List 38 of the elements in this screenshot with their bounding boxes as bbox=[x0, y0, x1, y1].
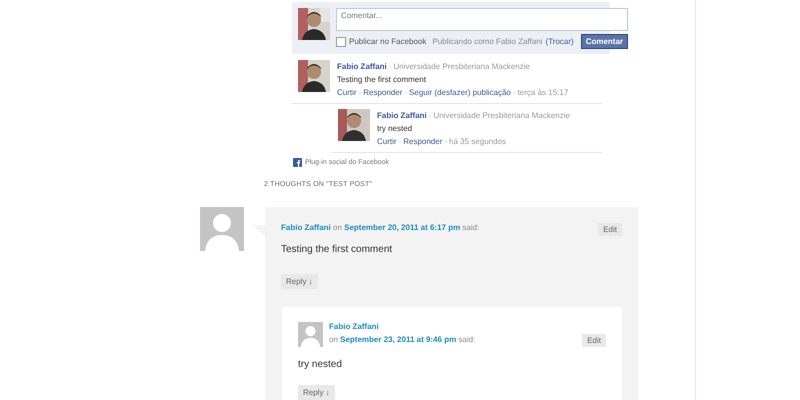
separator: · bbox=[428, 111, 432, 120]
separator: · bbox=[404, 88, 408, 97]
comment-meta: Fabio Zaffani on September 20, 2011 at 6:17 pm said: bbox=[281, 223, 480, 232]
affiliation-text: Universidade Presbiteriana Mackenzie bbox=[433, 111, 570, 120]
timestamp: terça às 15:17 bbox=[518, 88, 568, 97]
action-link[interactable]: Curtir bbox=[337, 88, 357, 97]
facebook-icon bbox=[293, 158, 302, 167]
comment-text: try nested bbox=[377, 124, 414, 133]
separator: · bbox=[388, 62, 392, 71]
separator: · bbox=[444, 137, 448, 146]
comment-field[interactable]: Comentar... bbox=[336, 8, 628, 31]
comment-text: Testing the first comment bbox=[281, 244, 394, 255]
comment-text: Testing the first comment bbox=[337, 75, 427, 84]
separator: · bbox=[358, 88, 362, 97]
comment-text: try nested bbox=[298, 359, 343, 370]
author-link[interactable]: Fabio Zaffani bbox=[337, 62, 387, 71]
action-link[interactable]: Responder bbox=[363, 88, 402, 97]
switch-link[interactable]: (Trocar) bbox=[546, 37, 574, 46]
checkbox[interactable] bbox=[336, 36, 346, 46]
avatar-icon bbox=[298, 322, 323, 347]
edit-button[interactable]: Edit bbox=[582, 334, 606, 347]
action-link[interactable]: Responder bbox=[403, 137, 442, 146]
affiliation-text: Universidade Presbiteriana Mackenzie bbox=[393, 62, 530, 71]
reply-button[interactable]: Reply ↓ bbox=[281, 274, 318, 289]
edit-button[interactable]: Edit bbox=[598, 223, 622, 236]
author-link[interactable]: Fabio Zaffani bbox=[329, 322, 576, 331]
avatar-icon bbox=[200, 207, 244, 251]
author-link[interactable]: Fabio Zaffani bbox=[377, 111, 427, 120]
action-link[interactable]: Curtir bbox=[377, 137, 397, 146]
comment-button[interactable]: Comentar bbox=[580, 34, 628, 49]
separator: · bbox=[398, 137, 402, 146]
checkbox-label: Publicar no Facebook bbox=[349, 37, 426, 46]
posting-as-text: Publicando como Fabio Zaffani bbox=[432, 37, 543, 46]
comment-meta: on September 23, 2011 at 9:46 pm said: bbox=[329, 335, 476, 344]
separator: · bbox=[512, 88, 516, 97]
action-link[interactable]: Seguir (desfazer) publicação bbox=[409, 88, 511, 97]
reply-button[interactable]: Reply ↓ bbox=[298, 385, 335, 400]
timestamp: há 35 segundos bbox=[449, 137, 506, 146]
